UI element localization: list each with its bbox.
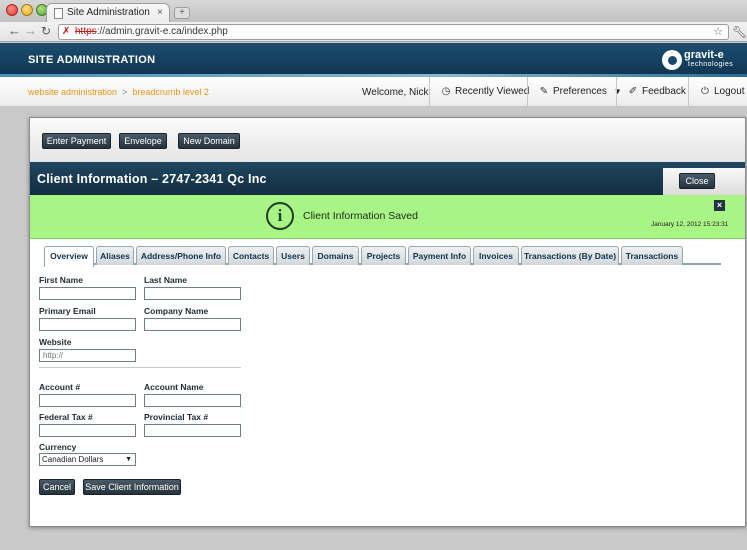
close-tab-area: Close	[663, 168, 745, 195]
browser-tab-title: Site Administration	[67, 7, 150, 18]
alert-timestamp: January 12, 2012 15:23:31	[651, 221, 729, 228]
logout-button[interactable]: ⏻ Logout	[688, 77, 747, 107]
company-name-field[interactable]	[144, 318, 241, 331]
tab-invoices[interactable]: Invoices	[473, 246, 519, 265]
back-arrow-icon[interactable]: ←	[8, 24, 21, 38]
forward-arrow-icon[interactable]: →	[24, 24, 37, 38]
first-name-field[interactable]	[39, 287, 136, 300]
tab-payment-info[interactable]: Payment Info	[408, 246, 471, 265]
pencil-icon: ✐	[628, 86, 638, 97]
primary-email-label: Primary Email	[39, 306, 96, 316]
reload-icon[interactable]: ↻	[41, 24, 51, 38]
action-bar: Enter Payment Envelope New Domain	[30, 118, 745, 162]
new-tab-button[interactable]: +	[174, 7, 190, 19]
info-icon: i	[266, 202, 294, 230]
preferences-label: Preferences	[553, 86, 607, 97]
website-label: Website	[39, 337, 72, 347]
alert-message: Client Information Saved	[303, 210, 418, 222]
browser-tab[interactable]: Site Administration ×	[46, 3, 170, 23]
breadcrumb: website administration > breadcrumb level …	[28, 87, 209, 97]
tab-aliases[interactable]: Aliases	[96, 246, 134, 265]
top-navbar: website administration > breadcrumb level …	[0, 77, 747, 107]
cancel-button[interactable]: Cancel	[39, 479, 75, 495]
last-name-field[interactable]	[144, 287, 241, 300]
breadcrumb-separator: >	[122, 87, 128, 97]
tab-overview[interactable]: Overview	[44, 246, 94, 267]
logo-name: gravit-e	[684, 49, 724, 61]
primary-email-field[interactable]	[39, 318, 136, 331]
tab-close-icon[interactable]: ×	[157, 7, 163, 18]
bookmark-star-icon[interactable]: ☆	[713, 25, 723, 39]
chevron-down-icon: ▼	[125, 456, 132, 463]
tab-contacts[interactable]: Contacts	[228, 246, 274, 265]
client-title-bar: Client Information – 2747-2341 Qc Inc Cl…	[30, 162, 745, 195]
account-name-label: Account Name	[144, 382, 204, 392]
form-divider	[39, 367, 241, 368]
breadcrumb-root-link[interactable]: website administration	[28, 87, 117, 97]
currency-selected-value: Canadian Dollars	[42, 455, 104, 464]
wrench-icon[interactable]: 🔧︎	[732, 25, 747, 39]
client-overview-form: First Name Last Name Primary Email Compa…	[38, 275, 738, 525]
power-icon: ⏻	[701, 86, 709, 97]
account-number-field[interactable]	[39, 394, 136, 407]
feedback-button[interactable]: ✐ Feedback	[616, 77, 688, 107]
insecure-lock-icon: ✗	[62, 26, 71, 37]
currency-label: Currency	[39, 442, 77, 452]
alert-close-icon[interactable]: ×	[714, 200, 725, 211]
welcome-text: Welcome, Nick	[362, 87, 429, 98]
account-name-field[interactable]	[144, 394, 241, 407]
logo-tagline: technologies	[688, 61, 734, 68]
last-name-label: Last Name	[144, 275, 187, 285]
window-close-button[interactable]	[6, 4, 18, 16]
site-title: SITE ADMINISTRATION	[28, 54, 156, 66]
save-client-button[interactable]: Save Client Information	[83, 479, 181, 495]
tab-address-phone-info[interactable]: Address/Phone Info	[136, 246, 226, 265]
browser-tabstrip: Site Administration × +	[0, 0, 747, 23]
tab-transactions-by-date[interactable]: Transactions (By Date)	[521, 246, 619, 265]
provincial-tax-field[interactable]	[144, 424, 241, 437]
provincial-tax-label: Provincial Tax #	[144, 412, 209, 422]
tab-transactions[interactable]: Transactions	[621, 246, 683, 265]
history-icon: ◷	[441, 86, 451, 97]
company-logo[interactable]: gravit-e technologies	[662, 49, 742, 71]
first-name-label: First Name	[39, 275, 83, 285]
success-alert: i Client Information Saved × January 12,…	[30, 195, 745, 239]
currency-select[interactable]: Canadian Dollars ▼	[39, 453, 136, 466]
preferences-menu[interactable]: ✎ Preferences ▼	[527, 77, 622, 107]
website-field[interactable]	[39, 349, 136, 362]
browser-toolbar: ← → ↻ ✗ https://admin.gravit-e.ca/index.…	[0, 22, 747, 42]
feedback-label: Feedback	[642, 86, 686, 97]
tab-projects[interactable]: Projects	[361, 246, 406, 265]
new-domain-button[interactable]: New Domain	[178, 133, 240, 149]
envelope-button[interactable]: Envelope	[119, 133, 167, 149]
logout-label: Logout	[714, 86, 745, 97]
federal-tax-field[interactable]	[39, 424, 136, 437]
company-name-label: Company Name	[144, 306, 209, 316]
breadcrumb-level2-link[interactable]: breadcrumb level 2	[132, 87, 209, 97]
url-scheme: https	[75, 26, 97, 37]
logo-mark-icon	[662, 50, 682, 70]
address-bar[interactable]: ✗ https://admin.gravit-e.ca/index.php ☆	[58, 24, 729, 40]
account-number-label: Account #	[39, 382, 81, 392]
wrench-small-icon: ✎	[539, 86, 549, 97]
federal-tax-label: Federal Tax #	[39, 412, 93, 422]
client-panel: Enter Payment Envelope New Domain Client…	[29, 117, 746, 527]
tab-domains[interactable]: Domains	[312, 246, 359, 265]
recently-viewed-button[interactable]: ◷ Recently Viewed	[429, 77, 530, 107]
enter-payment-button[interactable]: Enter Payment	[42, 133, 111, 149]
url-text: ://admin.gravit-e.ca/index.php	[96, 26, 228, 37]
client-title: Client Information – 2747-2341 Qc Inc	[37, 172, 267, 186]
client-content: Overview Aliases Address/Phone Info Cont…	[30, 239, 745, 526]
close-button[interactable]: Close	[679, 173, 715, 189]
site-header: SITE ADMINISTRATION gravit-e technologie…	[0, 43, 747, 77]
page-icon	[54, 8, 63, 19]
client-tabs: Overview Aliases Address/Phone Info Cont…	[44, 246, 721, 267]
tab-users[interactable]: Users	[276, 246, 310, 265]
window-minimize-button[interactable]	[21, 4, 33, 16]
recently-viewed-label: Recently Viewed	[455, 86, 530, 97]
